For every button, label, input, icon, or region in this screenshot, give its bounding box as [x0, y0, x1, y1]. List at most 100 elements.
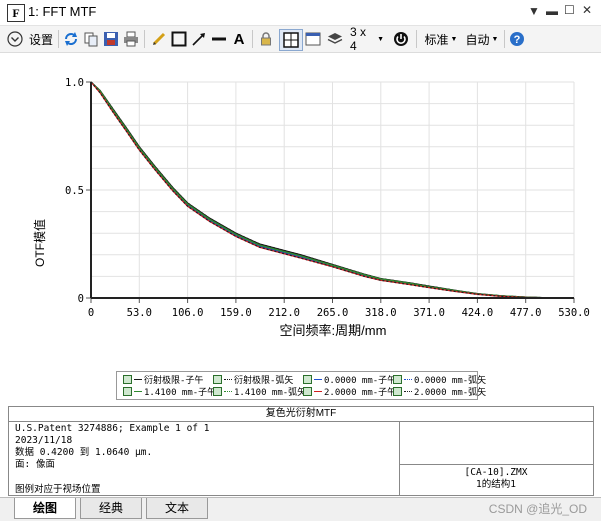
auto-dropdown[interactable]: 自动 ▼ [464, 29, 500, 49]
chart-axes: 0 53.0 106.0 159.0 212.0 265.0 318.0 371.0 424.0… [65, 77, 590, 319]
save-icon[interactable] [102, 29, 120, 49]
chevron-down-icon: ▼ [377, 35, 384, 43]
tab-classic[interactable]: 经典 [80, 498, 142, 519]
legend-label: 1.4100 mm-弧矢 [234, 388, 307, 398]
info-panel: 复色光衍射MTF U.S.Patent 3274886; Example 1 o… [8, 406, 594, 496]
title-bar: F 1: FFT MTF ▼ ▬ ☐ ✕ [0, 0, 601, 26]
info-line: 面: 像面 [15, 459, 55, 470]
help-icon[interactable]: ? [508, 29, 526, 49]
toolbar-divider [144, 30, 145, 48]
x-tick-label: 477.0 [510, 307, 542, 319]
dropdown-arrow-icon[interactable]: ▼ [528, 4, 540, 18]
info-file-block: [CA-10].ZMX 1的结构1 [399, 467, 593, 491]
watermark: CSDN @追光_OD [488, 502, 587, 516]
mtf-chart: 0 53.0 106.0 159.0 212.0 265.0 318.0 371.0 424.0… [32, 77, 590, 338]
refresh-icon[interactable] [62, 29, 80, 49]
standard-label: 标准 [424, 32, 449, 47]
info-divider [399, 464, 593, 465]
legend-label: 1.4100 mm-子午 [144, 388, 217, 398]
close-icon[interactable]: ✕ [582, 3, 592, 17]
legend-swatch [404, 391, 412, 392]
x-tick-label: 106.0 [172, 307, 204, 319]
legend-swatch [224, 391, 232, 392]
legend-checkbox-icon [213, 387, 222, 396]
layers-icon[interactable] [326, 29, 344, 49]
info-line: 数据 0.4200 到 1.0640 μm. [15, 447, 153, 458]
maximize-icon[interactable]: ☐ [564, 3, 575, 17]
x-tick-label: 212.0 [268, 307, 300, 319]
power-icon[interactable] [392, 29, 410, 49]
legend-checkbox-icon [123, 387, 132, 396]
tab-plot[interactable]: 绘图 [14, 498, 76, 519]
chart-legend: 衍射极限-子午 衍射极限-弧矢 0.0000 mm-子午 0.0000 mm-弧矢 1.… [116, 371, 486, 400]
window-title: 1: FFT MTF [28, 4, 97, 19]
auto-label: 自动 [465, 32, 490, 47]
config-label: 1的结构1 [476, 479, 516, 490]
mtf-plot: 0 53.0 106.0 159.0 212.0 265.0 318.0 371.0 424.0… [0, 53, 601, 403]
legend-item: 2.0000 mm-子午 [303, 385, 396, 398]
toolbar: 设置 A 3 x 4 ▼ 标准 ▼ 自动 ▼ ? [0, 25, 601, 53]
x-tick-label: 424.0 [462, 307, 494, 319]
tab-text[interactable]: 文本 [146, 498, 208, 519]
minimize-icon[interactable]: ▬ [546, 4, 558, 18]
legend-swatch [404, 379, 412, 380]
copy-icon[interactable] [82, 29, 100, 49]
info-line: U.S.Patent 3274886; Example 1 of 1 [15, 423, 210, 434]
pencil-icon[interactable] [150, 29, 168, 49]
window-icon[interactable] [304, 29, 322, 49]
info-line: 2023/11/18 [15, 435, 73, 446]
arrow-icon[interactable] [190, 29, 208, 49]
chevron-down-icon: ▼ [450, 35, 458, 43]
info-footnote: 图例对应于视场位置 [15, 484, 101, 495]
layout-label: 3 x 4 [350, 25, 367, 53]
legend-swatch [134, 379, 142, 380]
x-axis-label: 空间频率:周期/mm [280, 323, 387, 338]
file-name: [CA-10].ZMX [464, 467, 528, 478]
legend-item: 1.4100 mm-子午 [123, 385, 216, 398]
legend-checkbox-icon [393, 375, 402, 384]
x-tick-label: 371.0 [413, 307, 445, 319]
y-tick-label: 1.0 [65, 77, 84, 89]
legend-label: 2.0000 mm-弧矢 [414, 388, 487, 398]
toolbar-divider [416, 30, 417, 48]
x-tick-label: 318.0 [365, 307, 397, 319]
x-tick-label: 530.0 [558, 307, 590, 319]
info-details: U.S.Patent 3274886; Example 1 of 1 2023/… [15, 423, 209, 471]
print-icon[interactable] [122, 29, 140, 49]
layout-select[interactable]: 3 x 4 ▼ [350, 25, 384, 53]
toolbar-divider [504, 30, 505, 48]
y-axis-label: OTF模值 [32, 219, 47, 267]
chevron-down-icon: ▼ [491, 35, 499, 43]
rectangle-icon[interactable] [170, 29, 188, 49]
x-tick-label: 53.0 [127, 307, 152, 319]
app-icon: F [7, 4, 25, 22]
y-tick-label: 0.5 [65, 185, 84, 197]
legend-swatch [224, 379, 232, 380]
grid-layout-icon[interactable] [279, 29, 303, 51]
legend-checkbox-icon [303, 387, 312, 396]
legend-swatch [314, 391, 322, 392]
toolbar-divider [252, 30, 253, 48]
line-icon[interactable] [210, 29, 228, 49]
legend-swatch [134, 391, 142, 392]
toolbar-divider [58, 30, 59, 48]
legend-checkbox-icon [393, 387, 402, 396]
legend-item: 1.4100 mm-弧矢 [213, 385, 306, 398]
x-tick-label: 159.0 [220, 307, 252, 319]
legend-label: 2.0000 mm-子午 [324, 388, 397, 398]
legend-checkbox-icon [303, 375, 312, 384]
legend-swatch [314, 379, 322, 380]
x-tick-label: 0 [88, 307, 94, 319]
lock-icon[interactable] [257, 29, 275, 49]
text-tool-icon[interactable]: A [230, 29, 248, 49]
info-heading: 复色光衍射MTF [9, 407, 593, 422]
svg-text:?: ? [514, 34, 521, 46]
legend-checkbox-icon [213, 375, 222, 384]
settings-button[interactable]: 设置 [27, 29, 55, 49]
x-tick-label: 265.0 [317, 307, 349, 319]
legend-checkbox-icon [123, 375, 132, 384]
standard-dropdown[interactable]: 标准 ▼ [423, 29, 459, 49]
chevron-down-icon[interactable] [6, 29, 24, 49]
legend-item: 2.0000 mm-弧矢 [393, 385, 486, 398]
y-tick-label: 0 [78, 293, 84, 305]
